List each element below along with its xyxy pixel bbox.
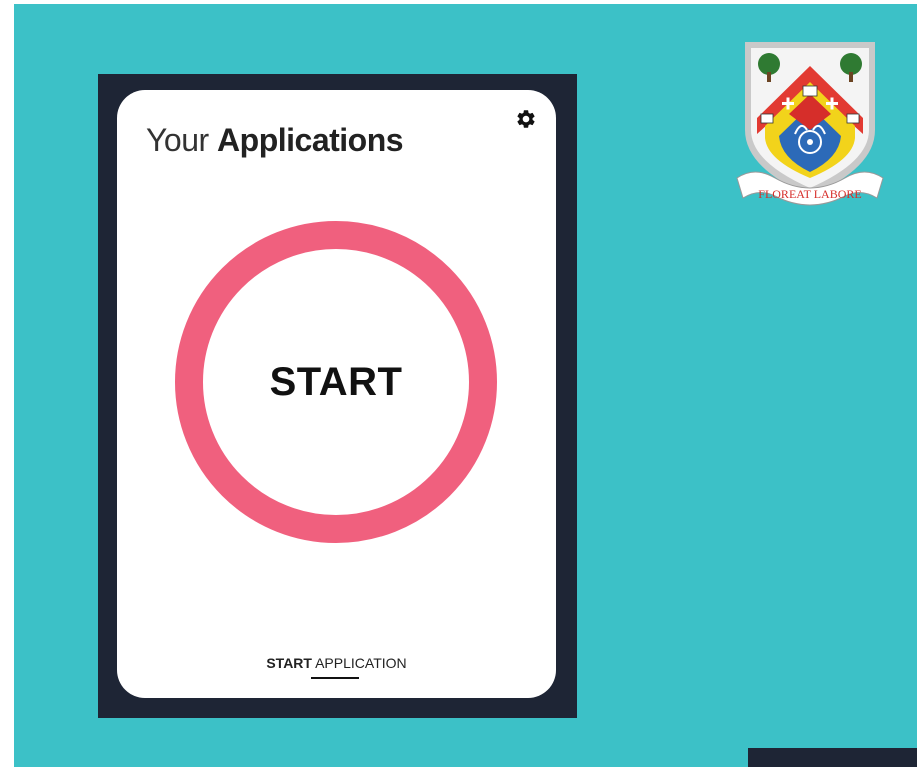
school-crest-logo: FLOREAT LABORE [736,42,884,206]
start-label: START [269,359,403,404]
link-rest: APPLICATION [315,655,407,671]
crest-motto: FLOREAT LABORE [758,187,861,201]
corner-block [748,748,917,767]
link-bold: START [266,655,312,671]
page-title: Your Applications [146,122,404,159]
link-underline [311,677,359,679]
title-bold: Applications [217,122,404,158]
title-light: Your [146,122,209,158]
start-button[interactable]: START [175,221,497,543]
gear-icon[interactable] [515,108,537,130]
start-application-link[interactable]: START APPLICATION [117,655,556,671]
applications-card: Your Applications START START APPLICATIO… [117,90,556,698]
